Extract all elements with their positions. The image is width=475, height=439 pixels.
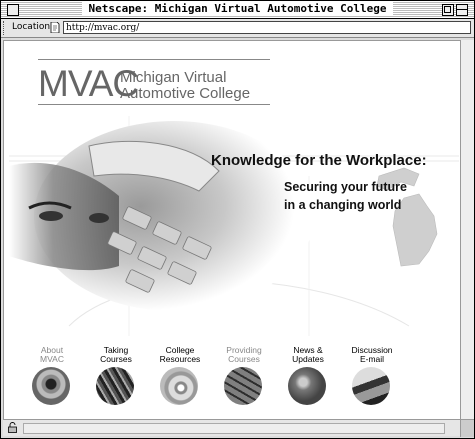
page-content: MVAC Michigan Virtual Automotive College xyxy=(3,40,461,420)
toolbar-grip-icon[interactable] xyxy=(3,21,8,35)
nav-label-line2: Courses xyxy=(100,354,132,364)
hero-headline: Knowledge for the Workplace: xyxy=(211,152,427,169)
logo-name-line1: Michigan Virtual xyxy=(120,69,227,86)
title-bar[interactable]: Netscape: Michigan Virtual Automotive Co… xyxy=(1,1,474,19)
keyboard-photo-icon[interactable] xyxy=(224,367,262,405)
nav-label-line2: MVAC xyxy=(40,354,64,364)
location-bar: Location: http://mvac.org/ xyxy=(1,19,474,38)
logo-rule-top xyxy=(38,59,270,60)
globe-photo-icon[interactable] xyxy=(288,367,326,405)
window-title-text: Netscape: Michigan Virtual Automotive Co… xyxy=(82,2,393,15)
nav-label-line2: Updates xyxy=(292,354,324,364)
zoom-box-icon[interactable] xyxy=(442,4,454,16)
mail-photo-icon[interactable] xyxy=(352,367,390,405)
eye-photo-icon[interactable] xyxy=(32,367,70,405)
resize-grip-icon[interactable] xyxy=(460,419,474,437)
collapse-box-icon[interactable] xyxy=(456,4,468,16)
nav-about-mvac[interactable]: About MVAC xyxy=(20,346,84,416)
vertical-scrollbar[interactable] xyxy=(460,40,474,419)
nav-news-updates[interactable]: News & Updates xyxy=(276,346,340,416)
hero-subline-1: Securing your future xyxy=(284,180,407,194)
location-label: Location: xyxy=(12,22,54,32)
hero-subline-2: in a changing world xyxy=(284,198,402,212)
main-nav: About MVAC Taking Courses College Resour… xyxy=(20,346,440,416)
page-proxy-icon[interactable] xyxy=(50,22,60,33)
nav-discussion-email[interactable]: Discussion E-mail xyxy=(340,346,404,416)
window-title: Netscape: Michigan Virtual Automotive Co… xyxy=(1,2,474,15)
nav-taking-courses[interactable]: Taking Courses xyxy=(84,346,148,416)
logo-name-line2: Automotive College xyxy=(120,85,251,102)
nav-label-line2: Courses xyxy=(228,354,260,364)
progress-track xyxy=(23,423,445,434)
cd-photo-icon[interactable] xyxy=(160,367,198,405)
status-bar xyxy=(3,419,460,436)
logo-rule-bottom xyxy=(38,104,270,105)
hero-image xyxy=(9,116,459,336)
location-input[interactable]: http://mvac.org/ xyxy=(63,21,471,34)
security-lock-icon[interactable] xyxy=(7,422,18,433)
nav-providing-courses[interactable]: Providing Courses xyxy=(212,346,276,416)
nav-college-resources[interactable]: College Resources xyxy=(148,346,212,416)
nav-label-line2: Resources xyxy=(159,354,201,364)
wires-photo-icon[interactable] xyxy=(96,367,134,405)
nav-label-line2: E-mail xyxy=(359,354,385,364)
